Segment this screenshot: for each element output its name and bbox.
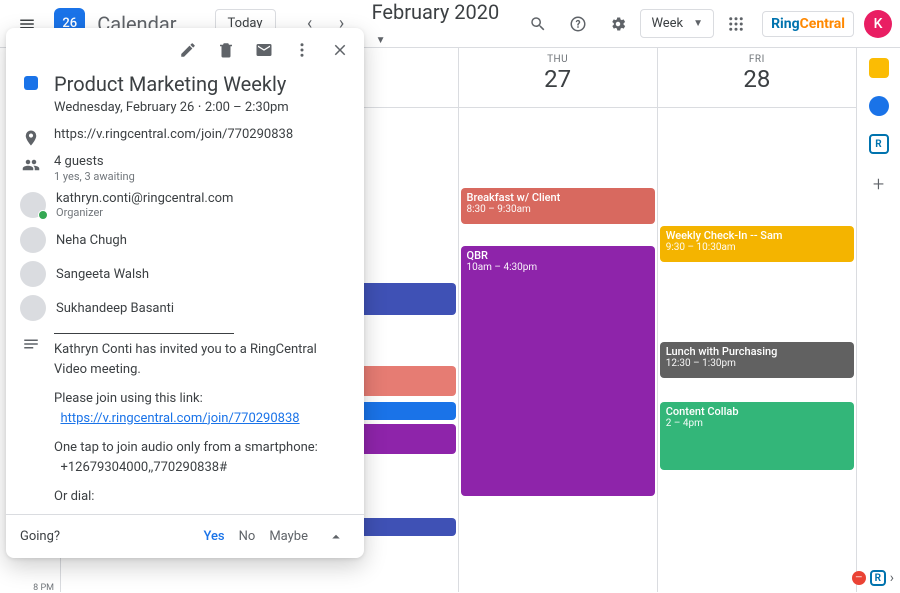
current-month[interactable]: February 2020 ▼ — [372, 0, 513, 48]
user-avatar[interactable]: K — [864, 10, 892, 38]
guest-item[interactable]: Sukhandeep Basanti — [54, 295, 348, 321]
rsvp-expand-button[interactable] — [322, 523, 350, 551]
email-guests-button[interactable] — [246, 32, 282, 68]
chevron-up-icon — [327, 528, 345, 546]
guests-icon — [22, 156, 40, 174]
guest-name: Neha Chugh — [56, 233, 127, 248]
rsvp-maybe-button[interactable]: Maybe — [269, 529, 308, 544]
join-link[interactable]: https://v.ringcentral.com/join/770290838 — [60, 411, 299, 426]
day-column-thu: THU 27 Breakfast w/ Client 8:30 – 9:30am… — [458, 48, 657, 592]
more-options-button[interactable] — [284, 32, 320, 68]
day-column-fri: FRI 28 Weekly Check-In -- Sam 9:30 – 10:… — [657, 48, 856, 592]
guest-list: kathryn.conti@ringcentral.com Organizer … — [54, 191, 348, 321]
guest-role: Organizer — [56, 206, 233, 219]
event-content-collab[interactable]: Content Collab 2 – 4pm — [660, 402, 854, 470]
view-label: Week — [651, 16, 683, 31]
apps-grid-icon — [727, 15, 745, 33]
search-button[interactable] — [520, 6, 556, 42]
edit-event-button[interactable] — [170, 32, 206, 68]
event-detail-popup: Product Marketing Weekly Wednesday, Febr… — [6, 28, 364, 558]
ringcentral-addon-icon[interactable] — [869, 134, 889, 154]
dnd-icon[interactable] — [852, 571, 866, 585]
guest-name: Sangeeta Walsh — [56, 267, 149, 282]
help-icon — [569, 15, 587, 33]
pencil-icon — [179, 41, 197, 59]
day-number: 27 — [459, 65, 657, 93]
event-qbr[interactable]: QBR 10am – 4:30pm — [461, 246, 655, 496]
trash-icon — [217, 41, 235, 59]
settings-button[interactable] — [600, 6, 636, 42]
event-location-link[interactable]: https://v.ringcentral.com/join/770290838 — [54, 127, 348, 142]
popup-body: Product Marketing Weekly Wednesday, Febr… — [6, 72, 364, 514]
ringcentral-logo[interactable]: RingCentral — [762, 11, 854, 37]
event-color-chip — [24, 76, 38, 90]
rsvp-yes-button[interactable]: Yes — [203, 529, 224, 544]
tasks-icon[interactable] — [869, 96, 889, 116]
search-icon — [529, 15, 547, 33]
description-dial: Or dial: — [54, 487, 348, 507]
events-area[interactable]: Breakfast w/ Client 8:30 – 9:30am QBR 10… — [459, 108, 657, 592]
description-tap: One tap to join audio only from a smartp… — [54, 438, 348, 477]
month-label: February 2020 — [372, 0, 500, 24]
guest-item[interactable]: Neha Chugh — [54, 227, 348, 253]
keep-icon[interactable] — [869, 58, 889, 78]
side-panel: + — [856, 48, 900, 592]
day-header[interactable]: FRI 28 — [658, 48, 856, 108]
apps-button[interactable] — [718, 6, 754, 42]
day-name: THU — [459, 54, 657, 65]
help-button[interactable] — [560, 6, 596, 42]
view-selector[interactable]: Week ▼ — [640, 9, 714, 38]
accepted-check-icon — [38, 210, 48, 220]
guest-avatar — [20, 261, 46, 287]
chevron-down-icon: ▼ — [693, 18, 703, 29]
add-addon-button[interactable]: + — [873, 172, 884, 196]
chevron-down-icon: ▼ — [376, 35, 386, 46]
event-breakfast-client[interactable]: Breakfast w/ Client 8:30 – 9:30am — [461, 188, 655, 224]
description-intro: Kathryn Conti has invited you to a RingC… — [54, 340, 348, 379]
description-join: Please join using this link: https://v.r… — [54, 389, 348, 428]
close-icon — [331, 41, 349, 59]
description-icon — [22, 335, 40, 353]
events-area[interactable]: Weekly Check-In -- Sam 9:30 – 10:30am Lu… — [658, 108, 856, 592]
bottom-panel-toggle: › — [852, 570, 894, 586]
location-icon — [22, 129, 40, 147]
ringcentral-mini-icon[interactable] — [870, 570, 886, 586]
divider — [54, 333, 234, 334]
event-title: Product Marketing Weekly — [54, 72, 348, 96]
popup-footer: Going? Yes No Maybe — [6, 514, 364, 558]
expand-panel-button[interactable]: › — [890, 570, 894, 586]
guest-avatar — [20, 295, 46, 321]
more-vert-icon — [293, 41, 311, 59]
guest-name: kathryn.conti@ringcentral.com — [56, 191, 233, 206]
rsvp-no-button[interactable]: No — [239, 529, 256, 544]
delete-event-button[interactable] — [208, 32, 244, 68]
guest-count: 4 guests — [54, 154, 348, 169]
gear-icon — [609, 15, 627, 33]
tap-number: +12679304000,,770290838# — [60, 460, 227, 475]
guest-name: Sukhandeep Basanti — [56, 301, 174, 316]
day-number: 28 — [658, 65, 856, 93]
guest-avatar — [20, 227, 46, 253]
guest-item[interactable]: Sangeeta Walsh — [54, 261, 348, 287]
day-header[interactable]: THU 27 — [459, 48, 657, 108]
day-name: FRI — [658, 54, 856, 65]
rsvp-label: Going? — [20, 529, 60, 544]
guest-status-summary: 1 yes, 3 awaiting — [54, 170, 348, 183]
mail-icon — [255, 41, 273, 59]
guest-avatar — [20, 192, 46, 218]
event-weekly-checkin[interactable]: Weekly Check-In -- Sam 9:30 – 10:30am — [660, 226, 854, 262]
event-datetime: Wednesday, February 26 ⋅ 2:00 – 2:30pm — [54, 100, 348, 115]
guest-item[interactable]: kathryn.conti@ringcentral.com Organizer — [54, 191, 348, 219]
close-popup-button[interactable] — [322, 32, 358, 68]
event-lunch-purchasing[interactable]: Lunch with Purchasing 12:30 – 1:30pm — [660, 342, 854, 378]
popup-toolbar — [6, 28, 364, 72]
